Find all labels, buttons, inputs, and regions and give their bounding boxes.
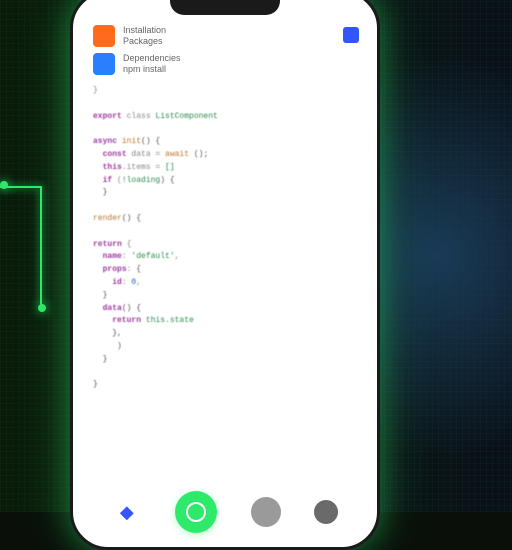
code-line: render() { — [93, 213, 357, 226]
code-line — [93, 226, 357, 239]
screen: Installation Packages Dependencies npm i… — [77, 0, 373, 543]
module-icon — [93, 53, 115, 75]
code-line: return this.state — [93, 315, 357, 328]
header-item-1[interactable]: Installation Packages — [93, 25, 357, 47]
phone-frame: Installation Packages Dependencies npm i… — [70, 0, 380, 550]
code-line: data() { — [93, 303, 357, 316]
code-line: const data = await (); — [93, 149, 357, 162]
code-line: } — [93, 85, 357, 98]
code-line: return { — [93, 239, 357, 252]
code-line: } — [93, 354, 357, 367]
header-subtitle: Packages — [123, 36, 166, 47]
circuit-trace — [0, 156, 60, 356]
code-line: ) — [93, 341, 357, 354]
nav-button-more[interactable] — [314, 500, 338, 524]
code-line: export class ListComponent — [93, 111, 357, 124]
code-line: id: 0, — [93, 277, 357, 290]
header-subtitle: npm install — [123, 64, 181, 75]
home-button[interactable]: ◆ — [112, 497, 142, 527]
code-line: name: 'default', — [93, 251, 357, 264]
circuit-node — [38, 304, 46, 312]
header-item-2[interactable]: Dependencies npm install — [93, 53, 357, 75]
package-icon — [93, 25, 115, 47]
code-line — [93, 98, 357, 111]
code-line — [93, 123, 357, 136]
code-line: } — [93, 187, 357, 200]
phone-notch — [170, 0, 280, 15]
bottom-nav: ◆ — [77, 487, 373, 537]
header-title: Dependencies — [123, 53, 181, 64]
code-line — [93, 200, 357, 213]
code-line: }, — [93, 328, 357, 341]
code-line: } — [93, 290, 357, 303]
code-line: props: { — [93, 264, 357, 277]
code-editor[interactable]: } export class ListComponent async init(… — [93, 85, 357, 392]
code-line: this.items = [] — [93, 162, 357, 175]
record-button[interactable] — [175, 491, 217, 533]
circuit-node — [0, 181, 8, 189]
bookmark-icon[interactable] — [343, 27, 359, 43]
header-text: Installation Packages — [123, 25, 166, 47]
code-line: if (!loading) { — [93, 175, 357, 188]
code-line: } — [93, 379, 357, 392]
header-text: Dependencies npm install — [123, 53, 181, 75]
nav-button-apps[interactable] — [251, 497, 281, 527]
header-title: Installation — [123, 25, 166, 36]
code-line: async init() { — [93, 136, 357, 149]
code-line — [93, 367, 357, 380]
